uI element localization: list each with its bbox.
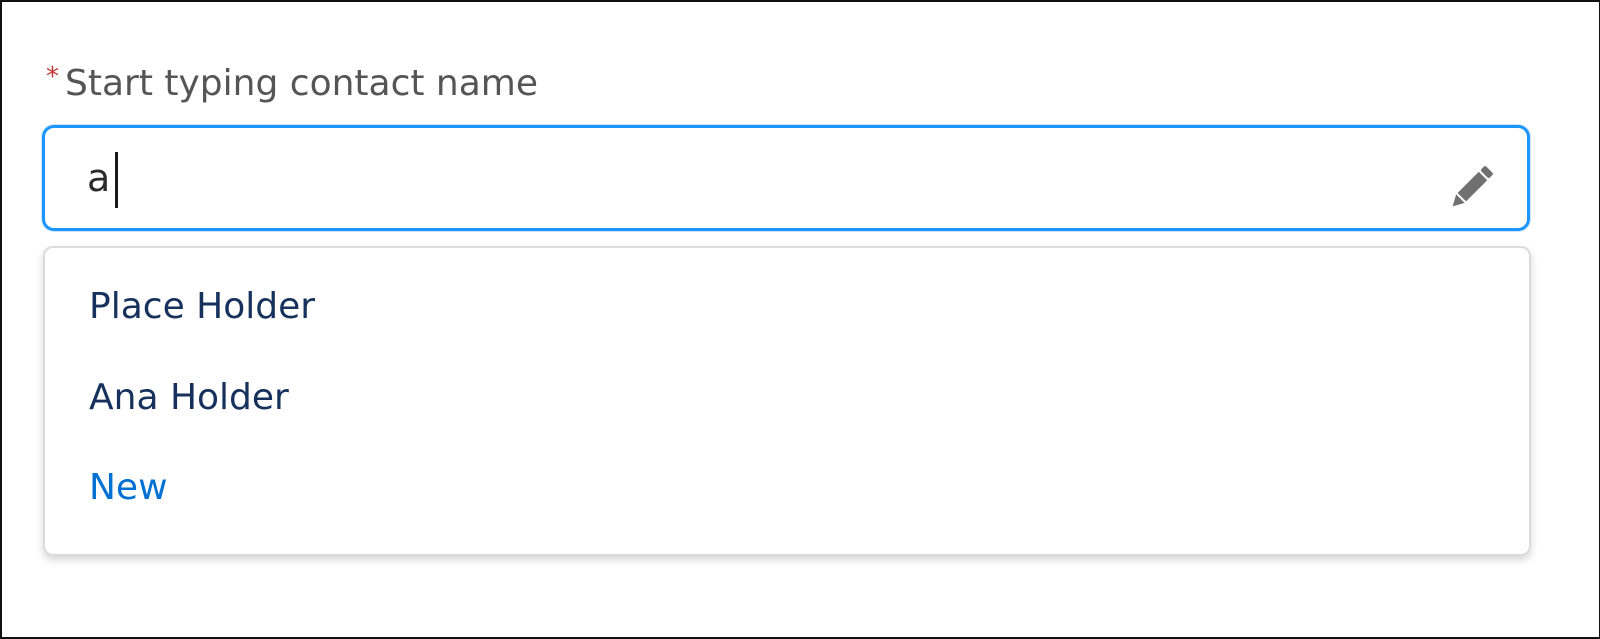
suggestion-listbox: Place Holder Ana Holder New [43,246,1531,556]
field-label: * Start typing contact name [46,60,538,111]
option-ana-holder[interactable]: Ana Holder [89,374,289,422]
pencil-icon[interactable] [1443,160,1499,216]
required-marker: * [46,62,59,92]
text-cursor [115,152,118,208]
option-place-holder[interactable]: Place Holder [89,283,315,331]
label-text: Start typing contact name [65,63,539,104]
contact-lookup-panel: * Start typing contact name a Place Holde… [0,0,1600,639]
contact-name-input[interactable]: a [42,125,1530,231]
option-new[interactable]: New [89,464,168,512]
input-value[interactable]: a [87,154,110,202]
